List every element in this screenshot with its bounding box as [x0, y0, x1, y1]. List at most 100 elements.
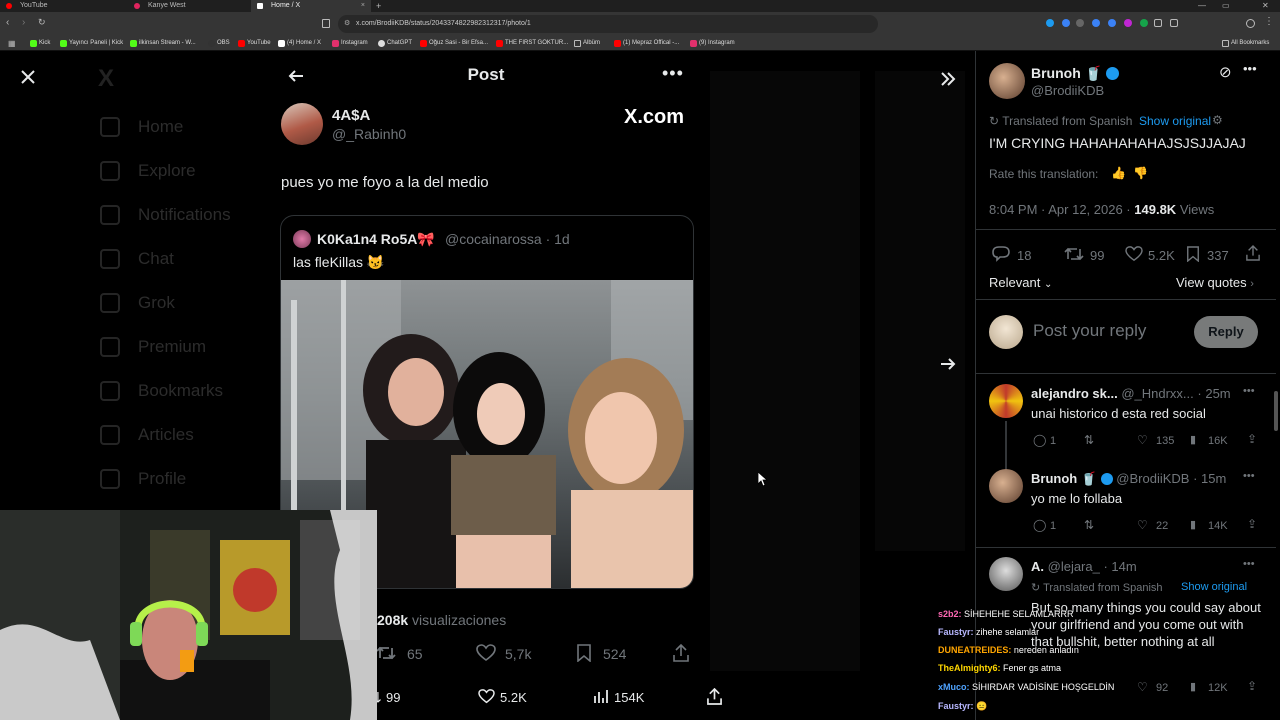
author-name[interactable]: Brunoh 🥤	[1031, 65, 1119, 82]
extension-icon[interactable]	[1076, 19, 1084, 27]
retweet-icon[interactable]: ⇅	[1084, 433, 1094, 447]
thumbs-up-icon[interactable]: 👍	[1111, 166, 1126, 180]
minimize-icon[interactable]: —	[1198, 0, 1206, 12]
show-original-link[interactable]: Show original	[1139, 114, 1211, 128]
extensions-icon[interactable]	[1154, 19, 1162, 27]
retweet-button[interactable]	[376, 644, 396, 661]
like-button[interactable]	[476, 644, 496, 662]
bookmark-item[interactable]: ChatGPT	[378, 36, 412, 51]
grok-icon[interactable]: ⊘	[1219, 63, 1232, 81]
avatar[interactable]	[989, 63, 1025, 99]
avatar[interactable]	[281, 103, 323, 145]
bookmark-item[interactable]: (4) Home / X	[278, 36, 321, 51]
bookmark-item[interactable]: Kick	[30, 36, 50, 51]
sort-dropdown[interactable]: Relevant ⌄	[989, 275, 1052, 290]
close-window-icon[interactable]: ✕	[1262, 0, 1269, 12]
sidebar-toggle-icon[interactable]	[322, 19, 330, 28]
extension-icon[interactable]	[1092, 19, 1100, 27]
extension-icon[interactable]	[1140, 19, 1148, 27]
reply-author-name[interactable]: Brunoh 🥤	[1031, 471, 1097, 486]
avatar[interactable]	[989, 469, 1023, 503]
extension-icon[interactable]	[1108, 19, 1116, 27]
author-handle[interactable]: @BrodiiKDB	[1031, 83, 1104, 98]
profile-icon[interactable]	[1246, 19, 1255, 28]
extensions-icon[interactable]	[1170, 19, 1178, 27]
bookmark-item[interactable]: Yayıncı Paneli | Kick	[60, 36, 123, 51]
extension-icon[interactable]	[1062, 19, 1070, 27]
avatar[interactable]	[293, 230, 311, 248]
quote-author-handle[interactable]: @cocainarossa	[445, 231, 542, 247]
back-icon[interactable]: ‹	[6, 17, 9, 28]
bookmark-item[interactable]: Instagram	[332, 36, 368, 51]
views-icon[interactable]: ▮	[1190, 680, 1196, 693]
close-tab-icon[interactable]: ×	[361, 0, 365, 12]
retweet-icon[interactable]: ⇅	[1084, 518, 1094, 532]
reload-icon[interactable]: ↻	[38, 17, 46, 28]
more-options-icon[interactable]: •••	[1243, 61, 1257, 76]
view-quotes-link[interactable]: View quotes ›	[1176, 275, 1254, 290]
settings-icon[interactable]: ⚙	[1212, 113, 1223, 127]
reply-button[interactable]	[992, 246, 1010, 262]
like-icon[interactable]: ♡	[1137, 518, 1148, 532]
extension-icon[interactable]	[1124, 19, 1132, 27]
avatar[interactable]	[989, 557, 1023, 591]
bookmark-item[interactable]: OBS	[208, 36, 230, 51]
reply-input[interactable]: Post your reply	[1033, 321, 1146, 341]
tab-kanye-west[interactable]: Kanye West	[128, 0, 251, 12]
reply-icon[interactable]: ◯	[1033, 518, 1046, 532]
share-button[interactable]	[1246, 245, 1260, 261]
share-icon[interactable]: ⇪	[1247, 432, 1257, 446]
tab-youtube[interactable]: YouTube	[0, 0, 128, 12]
bookmark-button[interactable]	[576, 644, 592, 662]
extension-icon[interactable]	[1046, 19, 1054, 27]
bookmark-item[interactable]: THE FIRST GOKTUR...	[496, 36, 568, 51]
bookmark-item[interactable]: Albüm	[574, 36, 600, 51]
like-button[interactable]	[478, 689, 495, 704]
bookmark-item[interactable]: YouTube	[238, 36, 271, 51]
collapse-sidebar-icon[interactable]	[940, 71, 956, 87]
views-icon[interactable]	[593, 689, 608, 704]
author-name[interactable]: 4A$A	[332, 107, 370, 124]
share-button[interactable]	[673, 644, 689, 662]
more-options-icon[interactable]: •••	[662, 63, 684, 84]
avatar[interactable]	[989, 384, 1023, 418]
show-original-link[interactable]: Show original	[1181, 581, 1247, 593]
site-info-icon[interactable]: ⚙	[344, 15, 350, 33]
share-icon[interactable]: ⇪	[1247, 517, 1257, 531]
reply-author-name[interactable]: A.	[1031, 559, 1044, 574]
restore-icon[interactable]: ▭	[1222, 0, 1230, 12]
share-icon[interactable]: ⇪	[1247, 679, 1257, 693]
all-bookmarks[interactable]: All Bookmarks	[1222, 36, 1269, 51]
more-options-icon[interactable]: •••	[1243, 385, 1255, 397]
reply-author-name[interactable]: alejandro sk...	[1031, 386, 1118, 401]
reply-author-handle[interactable]: @lejara_	[1048, 559, 1100, 574]
thumbs-down-icon[interactable]: 👎	[1133, 166, 1148, 180]
forward-icon[interactable]: ›	[22, 17, 25, 28]
retweet-button[interactable]	[1064, 246, 1084, 262]
more-options-icon[interactable]: •••	[1243, 470, 1255, 482]
timestamp[interactable]: 8:04 PM · Apr 12, 2026 ·	[989, 202, 1131, 217]
bookmark-item[interactable]: Oğuz Sasi - Bir Efsa...	[420, 36, 488, 51]
close-icon[interactable]	[20, 69, 36, 85]
quote-author-name[interactable]: K0Ka1n4 Ro5A🎀	[317, 231, 435, 248]
apps-grid-icon[interactable]: ▦	[8, 39, 16, 48]
bookmark-item[interactable]: ilkinsan Stream - W...	[130, 36, 196, 51]
url-field[interactable]: ⚙ x.com/BrodiiKDB/status/204337482298231…	[338, 15, 878, 33]
views-icon[interactable]: ▮	[1190, 433, 1196, 446]
reply-author-handle[interactable]: @_Hndrxx...	[1121, 386, 1193, 401]
scrollbar[interactable]	[1274, 391, 1278, 431]
menu-dots-icon[interactable]: ⋮	[1264, 16, 1274, 27]
like-button[interactable]	[1125, 246, 1143, 262]
views-icon[interactable]: ▮	[1190, 518, 1196, 531]
reply-icon[interactable]: ◯	[1033, 433, 1046, 447]
bookmark-item[interactable]: (1) Mepraz Offical -...	[614, 36, 679, 51]
reply-author-handle[interactable]: @BrodiiKDB	[1116, 471, 1189, 486]
next-image-arrow-icon[interactable]	[940, 356, 956, 372]
bookmark-button[interactable]	[1186, 246, 1200, 262]
new-tab-icon[interactable]: +	[376, 0, 381, 12]
tab-home-x[interactable]: Home / X ×	[251, 0, 371, 12]
like-icon[interactable]: ♡	[1137, 680, 1148, 694]
share-icon[interactable]	[707, 688, 722, 705]
reply-submit-button[interactable]: Reply	[1194, 316, 1258, 348]
like-icon[interactable]: ♡	[1137, 433, 1148, 447]
